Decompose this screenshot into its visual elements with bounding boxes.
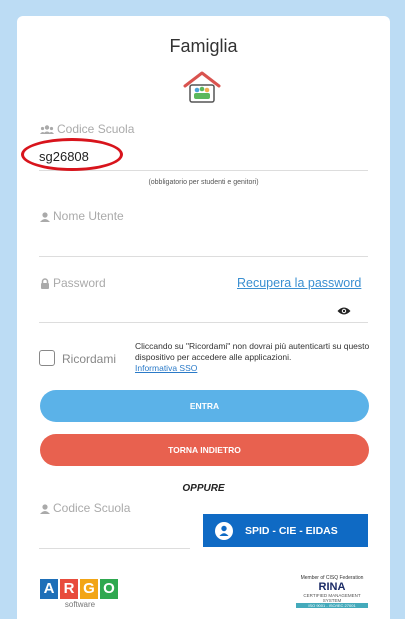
user-icon	[40, 504, 50, 514]
argo-sub-label: software	[64, 600, 96, 609]
argo-letter-o: O	[100, 579, 118, 599]
password-label: Password	[40, 276, 106, 290]
alt-school-code-label: Codice Scuola	[40, 501, 130, 515]
remember-checkbox[interactable]	[39, 350, 55, 366]
eye-icon[interactable]	[337, 306, 351, 316]
argo-letters: ARGO	[40, 579, 120, 599]
rina-sub-text: CERTIFIED MANAGEMENT SYSTEM	[303, 593, 361, 603]
school-code-label-text: Codice Scuola	[57, 122, 135, 136]
users-icon	[40, 125, 54, 135]
spid-login-button[interactable]: SPID - CIE - EIDAS	[203, 514, 368, 547]
rina-certification-logo: Member of CISQ Federation RINA CERTIFIED…	[296, 575, 368, 608]
annotation-circle	[21, 138, 123, 171]
or-divider: OPPURE	[182, 483, 225, 494]
remember-info: Cliccando su "Ricordami" non dovrai più …	[135, 341, 373, 374]
enter-button[interactable]: ENTRA	[40, 390, 369, 422]
password-label-text: Password	[53, 276, 106, 290]
username-label-text: Nome Utente	[53, 209, 124, 223]
school-code-hint: (obbligatorio per studenti e genitori)	[148, 179, 259, 186]
username-label: Nome Utente	[40, 209, 124, 223]
user-icon	[40, 212, 50, 222]
argo-letter-r: R	[60, 579, 78, 599]
username-underline	[39, 256, 368, 257]
school-code-label: Codice Scuola	[40, 122, 134, 136]
lock-icon	[41, 278, 49, 290]
rina-iso-text: ISO 9001 - ISO/IEC 27001	[296, 603, 368, 608]
alt-school-code-input[interactable]	[39, 521, 189, 547]
password-underline	[39, 322, 368, 323]
user-circle-icon	[215, 521, 233, 540]
login-card: Famiglia Codice Scuola sg26808 (obbligat…	[17, 16, 390, 619]
family-home-icon	[183, 71, 221, 103]
password-input[interactable]	[39, 301, 339, 323]
username-input[interactable]	[39, 234, 368, 256]
page-title: Famiglia	[169, 36, 238, 56]
school-code-underline	[39, 170, 368, 171]
alt-school-code-underline	[39, 548, 190, 549]
remember-label: Ricordami	[62, 352, 117, 366]
argo-letter-g: G	[80, 579, 98, 599]
rina-logo-text: RINA	[318, 581, 346, 593]
spid-button-label: SPID - CIE - EIDAS	[245, 524, 338, 537]
argo-letter-a: A	[40, 579, 58, 599]
back-button[interactable]: TORNA INDIETRO	[40, 434, 369, 466]
argo-logo: ARGO software	[40, 579, 120, 609]
recover-password-link[interactable]: Recupera la password	[237, 276, 361, 290]
alt-school-code-label-text: Codice Scuola	[53, 501, 131, 515]
sso-info-link[interactable]: Informativa SSO	[135, 363, 373, 374]
remember-info-text: Cliccando su "Ricordami" non dovrai più …	[135, 341, 370, 362]
